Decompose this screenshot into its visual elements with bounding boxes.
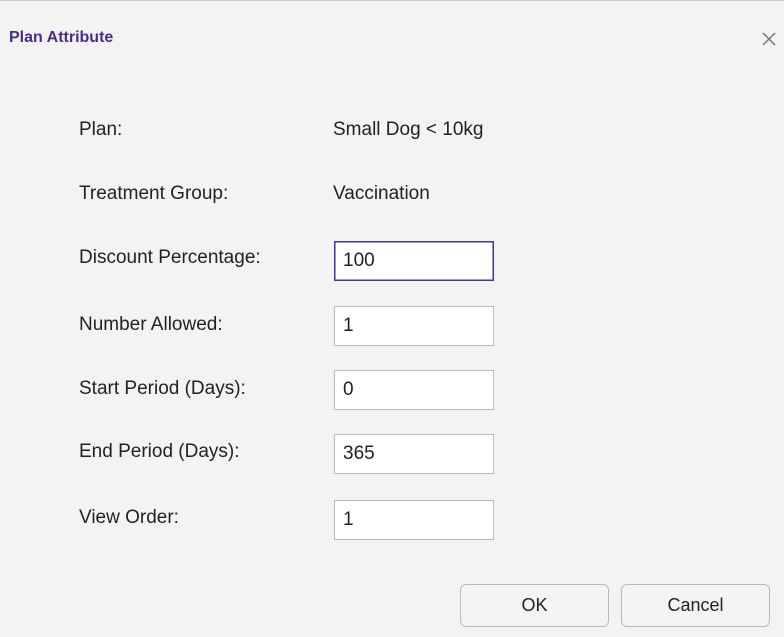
- discount-percentage-input[interactable]: [334, 241, 494, 281]
- plan-attribute-dialog: Plan Attribute Plan: Small Dog < 10kg Tr…: [0, 0, 784, 637]
- view-order-label: View Order:: [79, 507, 179, 528]
- end-period-input[interactable]: [334, 434, 494, 474]
- end-period-label: End Period (Days):: [79, 441, 240, 462]
- close-icon[interactable]: [758, 28, 780, 50]
- view-order-input[interactable]: [334, 500, 494, 540]
- dialog-title: Plan Attribute: [9, 29, 114, 46]
- start-period-label: Start Period (Days):: [79, 378, 246, 399]
- treatment-group-value: Vaccination: [333, 183, 430, 204]
- dialog-title-bar: Plan Attribute: [0, 1, 784, 81]
- plan-label: Plan:: [79, 119, 123, 140]
- discount-percentage-label: Discount Percentage:: [79, 247, 261, 268]
- number-allowed-label: Number Allowed:: [79, 314, 223, 335]
- treatment-group-label: Treatment Group:: [79, 183, 229, 204]
- number-allowed-input[interactable]: [334, 306, 494, 346]
- start-period-input[interactable]: [334, 370, 494, 410]
- cancel-button[interactable]: Cancel: [621, 584, 770, 627]
- ok-button[interactable]: OK: [460, 584, 609, 627]
- plan-value: Small Dog < 10kg: [333, 119, 484, 140]
